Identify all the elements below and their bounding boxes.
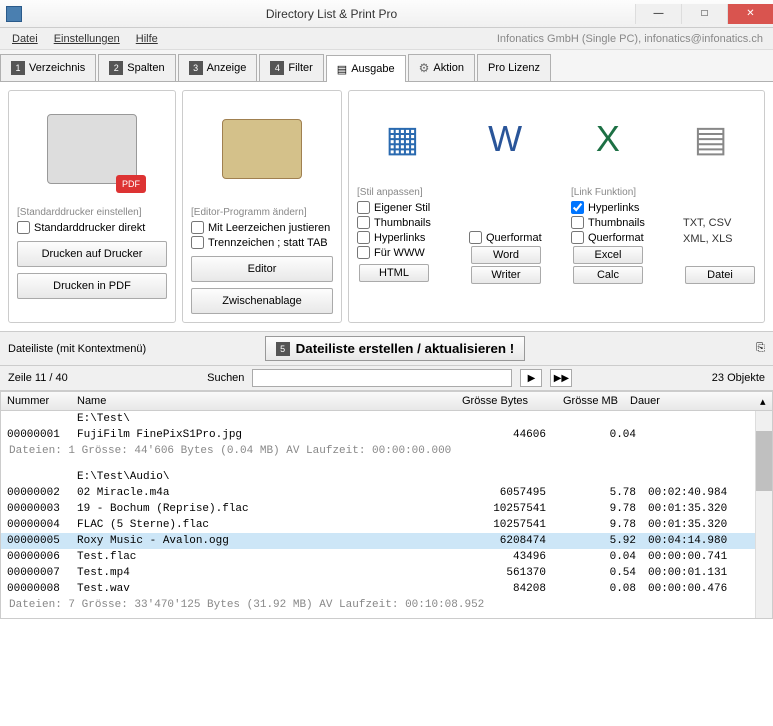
word-button[interactable]: Word bbox=[471, 246, 541, 264]
table-row: 00000007Test.mp45613700.5400:00:01.131 bbox=[1, 565, 772, 581]
chk-default-printer[interactable]: Standarddrucker direkt bbox=[17, 221, 145, 234]
path-row: E:\Test\Audio\ bbox=[1, 469, 772, 485]
excel-button[interactable]: Excel bbox=[573, 246, 643, 264]
chk-spaces[interactable]: Mit Leerzeichen justieren bbox=[191, 221, 330, 234]
chk-own-style[interactable]: Eigener Stil bbox=[357, 201, 430, 214]
html-icon: ▦ bbox=[367, 99, 437, 179]
file-icon: ▤ bbox=[676, 99, 746, 179]
search-label: Suchen bbox=[207, 372, 244, 384]
writer-button[interactable]: Writer bbox=[471, 266, 541, 284]
refresh-list-button[interactable]: 5Dateiliste erstellen / aktualisieren ! bbox=[265, 336, 526, 361]
tab-aktion[interactable]: ⚙Aktion bbox=[408, 54, 475, 81]
object-count: 23 Objekte bbox=[712, 372, 765, 384]
calc-button[interactable]: Calc bbox=[573, 266, 643, 284]
table-row: 00000004FLAC (5 Sterne).flac102575419.78… bbox=[1, 517, 772, 533]
app-icon bbox=[6, 6, 22, 22]
summary-row: Dateien: 7 Grösse: 33'470'125 Bytes (31.… bbox=[1, 597, 772, 613]
word-icon: W bbox=[470, 99, 540, 179]
tab-verzeichnis[interactable]: 1Verzeichnis bbox=[0, 54, 96, 81]
txt-csv-label: TXT, CSV bbox=[683, 217, 753, 229]
search-last-button[interactable]: ▶▶ bbox=[550, 369, 572, 387]
tab-filter[interactable]: 4Filter bbox=[259, 54, 323, 81]
tab-spalten[interactable]: 2Spalten bbox=[98, 54, 175, 81]
scroll-up[interactable]: ▴ bbox=[754, 394, 772, 409]
print-pdf-button[interactable]: Drucken in PDF bbox=[17, 273, 167, 299]
row-position: Zeile 11 / 40 bbox=[8, 372, 68, 384]
editor-button[interactable]: Editor bbox=[191, 256, 333, 282]
excel-icon: X bbox=[573, 99, 643, 179]
print-button[interactable]: Drucken auf Drucker bbox=[17, 241, 167, 267]
col-name[interactable]: Name bbox=[71, 394, 424, 408]
list-header: Nummer Name Grösse Bytes Grösse MB Dauer… bbox=[0, 391, 773, 411]
col-duration[interactable]: Dauer bbox=[624, 394, 754, 408]
datei-button[interactable]: Datei bbox=[685, 266, 755, 284]
scrollbar[interactable] bbox=[755, 411, 772, 618]
print-panel: [Standarddrucker einstellen] Standarddru… bbox=[8, 90, 176, 323]
chk-landscape-excel[interactable]: Querformat bbox=[571, 231, 644, 244]
tab-ausgabe[interactable]: ▤Ausgabe bbox=[326, 55, 406, 82]
maximize-button[interactable]: □ bbox=[681, 4, 727, 24]
clipboard-button[interactable]: Zwischenablage bbox=[191, 288, 333, 314]
minimize-button[interactable]: — bbox=[635, 4, 681, 24]
titlebar: Directory List & Print Pro — □ ✕ bbox=[0, 0, 773, 28]
search-bar: Zeile 11 / 40 Suchen ▶ ▶▶ 23 Objekte bbox=[0, 366, 773, 391]
html-button[interactable]: HTML bbox=[359, 264, 429, 282]
printer-icon bbox=[37, 99, 147, 199]
license-info: Infonatics GmbH (Single PC), infonatics@… bbox=[497, 33, 769, 45]
link-group-label: [Link Funktion] bbox=[571, 187, 636, 198]
copy-icon[interactable]: ⎘ bbox=[756, 342, 765, 355]
filelist-header: Dateiliste (mit Kontextmenü) 5Dateiliste… bbox=[0, 331, 773, 366]
table-row: 0000000319 - Bochum (Reprise).flac102575… bbox=[1, 501, 772, 517]
table-row: 00000008Test.wav842080.0800:00:00.476 bbox=[1, 581, 772, 597]
search-next-button[interactable]: ▶ bbox=[520, 369, 542, 387]
menu-settings[interactable]: Einstellungen bbox=[46, 31, 128, 47]
chk-landscape-word[interactable]: Querformat bbox=[469, 231, 542, 244]
table-row-selected: 00000005Roxy Music - Avalon.ogg62084745.… bbox=[1, 533, 772, 549]
editor-panel: [Editor-Programm ändern] Mit Leerzeichen… bbox=[182, 90, 342, 323]
chk-link-hyperlinks[interactable]: Hyperlinks bbox=[571, 201, 639, 214]
menubar: Datei Einstellungen Hilfe Infonatics Gmb… bbox=[0, 28, 773, 50]
chk-hyperlinks[interactable]: Hyperlinks bbox=[357, 231, 425, 244]
editor-group-label: [Editor-Programm ändern] bbox=[191, 207, 307, 218]
tab-lizenz[interactable]: Pro Lizenz bbox=[477, 54, 551, 81]
chk-link-thumbnails[interactable]: Thumbnails bbox=[571, 216, 645, 229]
tab-anzeige[interactable]: 3Anzeige bbox=[178, 54, 258, 81]
window-title: Directory List & Print Pro bbox=[28, 7, 635, 21]
search-input[interactable] bbox=[252, 369, 512, 387]
gear-icon: ⚙ bbox=[419, 61, 430, 75]
file-list[interactable]: E:\Test\ 00000001FujiFilm FinePixS1Pro.j… bbox=[0, 411, 773, 619]
close-button[interactable]: ✕ bbox=[727, 4, 773, 24]
chk-thumbnails[interactable]: Thumbnails bbox=[357, 216, 431, 229]
tab-bar: 1Verzeichnis 2Spalten 3Anzeige 4Filter ▤… bbox=[0, 50, 773, 82]
export-panel: ▦ W X ▤ [Stil anpassen] Eigener Stil Thu… bbox=[348, 90, 765, 323]
path-row: E:\Test\ bbox=[1, 411, 772, 427]
table-row: 0000000202 Miracle.m4a60574955.7800:02:4… bbox=[1, 485, 772, 501]
style-group-label: [Stil anpassen] bbox=[357, 187, 423, 198]
chk-semicolon[interactable]: Trennzeichen ; statt TAB bbox=[191, 236, 328, 249]
col-bytes[interactable]: Grösse Bytes bbox=[424, 394, 534, 408]
filelist-label: Dateiliste (mit Kontextmenü) bbox=[8, 343, 146, 355]
col-mb[interactable]: Grösse MB bbox=[534, 394, 624, 408]
menu-file[interactable]: Datei bbox=[4, 31, 46, 47]
chk-www[interactable]: Für WWW bbox=[357, 246, 425, 259]
xml-xls-label: XML, XLS bbox=[683, 233, 753, 245]
table-row: 00000001FujiFilm FinePixS1Pro.jpg446060.… bbox=[1, 427, 772, 443]
summary-row: Dateien: 1 Grösse: 44'606 Bytes (0.04 MB… bbox=[1, 443, 772, 459]
col-number[interactable]: Nummer bbox=[1, 394, 71, 408]
printer-group-label: [Standarddrucker einstellen] bbox=[17, 207, 142, 218]
menu-help[interactable]: Hilfe bbox=[128, 31, 166, 47]
folder-icon bbox=[207, 99, 317, 199]
table-row: 00000006Test.flac434960.0400:00:00.741 bbox=[1, 549, 772, 565]
output-icon: ▤ bbox=[337, 63, 347, 76]
tab-content: [Standarddrucker einstellen] Standarddru… bbox=[0, 82, 773, 331]
